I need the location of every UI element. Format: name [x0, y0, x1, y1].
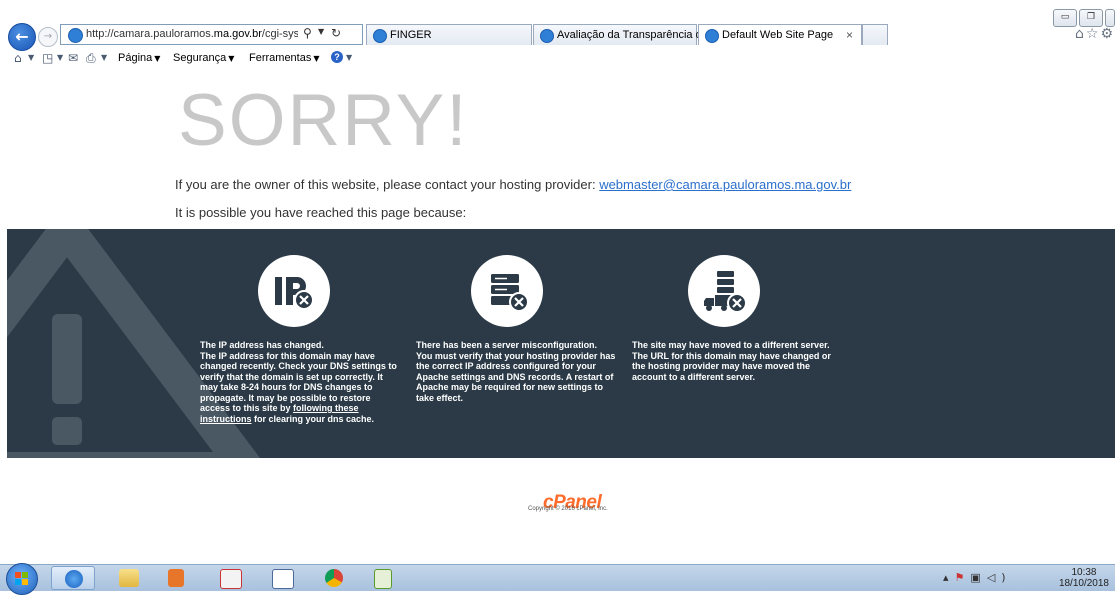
reason-ip-text: The IP address has changed. The IP addre… — [200, 340, 400, 424]
copyright-text: Copyright © 2016 cPanel, Inc. — [528, 506, 608, 512]
back-arrow-icon[interactable]: ← — [8, 23, 36, 51]
chevron-down-icon[interactable]: ▼ — [318, 27, 324, 36]
green-app-icon — [374, 569, 392, 589]
reason-server-text: There has been a server misconfiguration… — [416, 340, 616, 403]
reason-title: There has been a server misconfiguration… — [416, 340, 598, 350]
taskbar-internet-explorer[interactable] — [51, 566, 95, 590]
chevron-up-icon[interactable]: ▴ — [943, 571, 955, 584]
scissors-icon — [220, 569, 242, 589]
internet-explorer-icon — [65, 570, 83, 588]
media-player-icon — [168, 569, 184, 587]
ie-page-icon — [540, 29, 554, 43]
toolbar-right-icons: ⌂☆⚙ — [1075, 26, 1115, 42]
reasons-panel: The IP address has changed. The IP addre… — [7, 229, 1115, 458]
refresh-icon[interactable]: ↻ — [331, 26, 341, 40]
moving-truck-icon — [688, 255, 760, 327]
chrome-icon — [325, 569, 343, 587]
command-bar: ⌂ ▼ ◳ ▼ ✉ ⎙ ▼ Página ▼ Segurança ▼ Ferrame… — [0, 48, 1115, 68]
document-icon — [272, 569, 294, 589]
reason-body-after: for clearing your dns cache. — [251, 413, 375, 424]
system-clock[interactable]: 10:38 18/10/2018 — [1059, 567, 1109, 589]
ie-page-icon — [68, 28, 83, 43]
windows-logo-icon — [15, 572, 28, 585]
taskbar-file-explorer[interactable] — [107, 566, 151, 590]
search-icon[interactable]: ⚲ — [303, 26, 312, 40]
star-icon[interactable]: ☆ — [1086, 26, 1101, 42]
gear-icon[interactable]: ⚙ — [1100, 26, 1115, 42]
browser-chrome: ▭ ❐ ← → http://camara.pauloramos.ma.gov.… — [0, 0, 1115, 70]
taskbar-notepad[interactable] — [260, 566, 304, 590]
feeds-icon[interactable]: ◳ — [42, 51, 53, 65]
clock-date: 18/10/2018 — [1058, 578, 1109, 589]
navigation-bar: ← → http://camara.pauloramos.ma.gov.br/c… — [0, 22, 1115, 51]
webmaster-email-link[interactable]: webmaster@camara.pauloramos.ma.gov.br — [599, 177, 851, 192]
chevron-down-icon[interactable]: ▼ — [57, 53, 63, 62]
reason-body: You must verify that your hosting provid… — [416, 350, 616, 403]
tray-icons: ▴⚑▣◁) — [943, 571, 1012, 584]
ie-page-icon — [705, 29, 719, 43]
close-tab-icon[interactable]: × — [846, 28, 853, 42]
new-tab-button[interactable] — [862, 24, 888, 45]
help-icon[interactable]: ? — [331, 51, 343, 63]
forward-arrow-icon[interactable]: → — [38, 27, 58, 47]
tab-finger[interactable]: FINGER — [366, 24, 532, 45]
page-title: SORRY! — [178, 80, 469, 161]
chevron-down-icon[interactable]: ▼ — [28, 53, 34, 62]
flag-alert-icon[interactable]: ⚑ — [955, 571, 971, 584]
chevron-down-icon[interactable]: ▼ — [101, 53, 107, 62]
taskbar-media-player[interactable] — [154, 566, 198, 590]
taskbar-app[interactable] — [362, 566, 406, 590]
server-error-icon — [471, 255, 543, 327]
folder-icon — [119, 569, 139, 587]
home-icon[interactable]: ⌂ — [14, 51, 22, 65]
menu-pagina[interactable]: Página ▼ — [118, 52, 160, 64]
reason-moved-text: The site may have moved to a different s… — [632, 340, 832, 382]
windows-taskbar: ▴⚑▣◁) 10:38 18/10/2018 — [0, 563, 1115, 595]
reason-title: The site may have moved to a different s… — [632, 340, 830, 350]
tab-avaliacao[interactable]: Avaliação da Transparência do... — [533, 24, 717, 45]
taskbar-chrome[interactable] — [312, 566, 356, 590]
owner-contact-text: If you are the owner of this website, pl… — [175, 177, 851, 192]
ip-address-icon — [258, 255, 330, 327]
owner-text: If you are the owner of this website, pl… — [175, 177, 600, 192]
reason-body: The URL for this domain may have changed… — [632, 350, 831, 382]
clock-time: 10:38 — [1071, 567, 1097, 578]
print-icon[interactable]: ⎙ — [86, 51, 96, 66]
read-mail-icon[interactable]: ✉ — [68, 51, 78, 65]
tab-default-web-site-page[interactable]: Default Web Site Page × — [698, 24, 862, 45]
reason-title: The IP address has changed. — [200, 340, 324, 350]
home-icon[interactable]: ⌂ — [1075, 26, 1086, 42]
taskbar-snipping-tool[interactable] — [208, 566, 252, 590]
network-icon[interactable]: ▣ — [970, 571, 986, 584]
address-bar[interactable]: http://camara.pauloramos.ma.gov.br/cgi-s… — [60, 24, 363, 45]
menu-ferramentas[interactable]: Ferramentas ▼ — [249, 52, 320, 64]
reason-intro-text: It is possible you have reached this pag… — [175, 205, 467, 220]
ie-page-icon — [373, 29, 387, 43]
start-button[interactable] — [6, 563, 38, 595]
chevron-down-icon[interactable]: ▼ — [346, 53, 352, 62]
menu-seguranca[interactable]: Segurança ▼ — [173, 52, 234, 64]
volume-icon[interactable]: ◁) — [987, 571, 1012, 584]
address-url[interactable]: http://camara.pauloramos.ma.gov.br/cgi-s… — [86, 28, 298, 40]
system-tray: ▴⚑▣◁) 10:38 18/10/2018 — [935, 565, 1115, 591]
